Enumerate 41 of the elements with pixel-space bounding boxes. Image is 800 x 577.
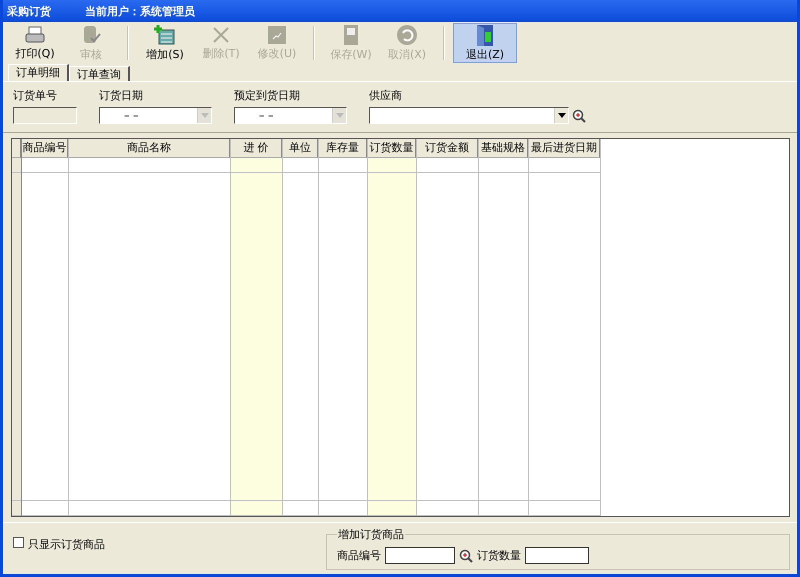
search-icon[interactable] <box>459 548 473 562</box>
current-user: 当前用户：系统管理员 <box>85 4 195 18</box>
dropdown-arrow-icon <box>200 113 208 118</box>
print-button[interactable]: 打印(Q) <box>7 23 63 63</box>
dropdown-arrow-icon <box>558 113 566 118</box>
field-label: 订货数量 <box>477 548 521 563</box>
date-field[interactable]: – – <box>234 107 347 124</box>
product-code-field[interactable] <box>385 547 455 564</box>
column-header[interactable]: 订货金额 <box>417 139 478 158</box>
field-label: 订货单号 <box>13 88 58 103</box>
field-label: 商品编号 <box>337 548 381 563</box>
date-field[interactable]: – – <box>99 107 212 124</box>
window-title: 采购订货 <box>7 4 51 18</box>
field-label: 订货日期 <box>99 88 144 103</box>
column-header[interactable]: 订货数量 <box>368 139 416 158</box>
search-icon[interactable] <box>572 108 586 122</box>
supplier-dropdown[interactable] <box>369 107 569 124</box>
door-icon <box>475 24 495 46</box>
add-list-icon <box>154 24 176 46</box>
column-header[interactable]: 库存量 <box>319 139 367 158</box>
column-header[interactable]: 商品名称 <box>69 139 230 158</box>
tab[interactable]: 订单查询 <box>69 66 130 81</box>
column-header[interactable]: 商品编号 <box>22 139 68 158</box>
undo-icon <box>396 24 418 46</box>
column-header[interactable]: 最后进货日期 <box>529 139 600 158</box>
column-header[interactable]: 单位 <box>283 139 318 158</box>
quantity-field[interactable] <box>525 547 589 564</box>
group-title: 增加订货商品 <box>337 527 405 542</box>
edit-icon <box>267 25 287 45</box>
field-label: 预定到货日期 <box>234 88 301 103</box>
close-icon <box>211 25 231 45</box>
column-header[interactable]: 进 价 <box>231 139 282 158</box>
printer-icon <box>24 25 46 45</box>
exit-button[interactable]: 退出(Z) <box>453 23 517 63</box>
dropdown-arrow-icon <box>336 113 344 118</box>
tab[interactable]: 订单明细 <box>8 64 69 81</box>
column-header[interactable]: 基础规格 <box>479 139 528 158</box>
add-button[interactable]: 增加(S) <box>137 23 193 63</box>
checkbox-label: 只显示订货商品 <box>28 537 105 552</box>
field-label: 供应商 <box>369 88 403 103</box>
checkbox[interactable] <box>13 537 24 548</box>
